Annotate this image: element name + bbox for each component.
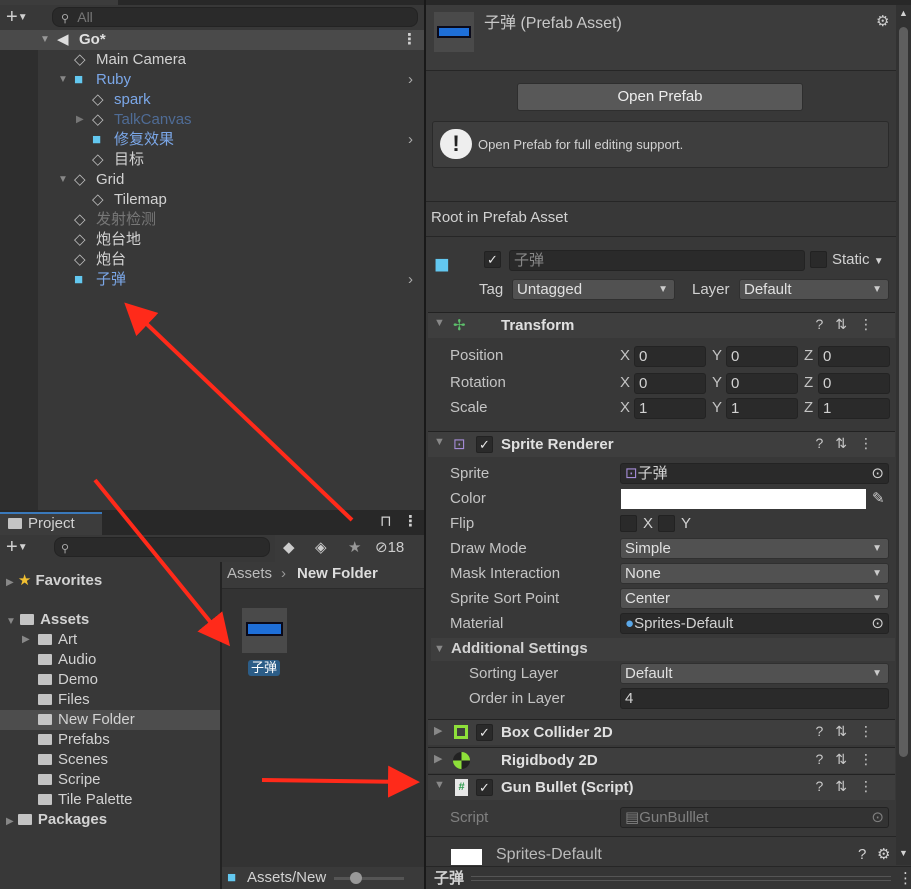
annotation-arrow xyxy=(261,765,420,798)
annotation-arrow xyxy=(124,302,354,522)
annotation-arrows xyxy=(93,302,420,798)
annotation-arrow xyxy=(93,478,231,647)
